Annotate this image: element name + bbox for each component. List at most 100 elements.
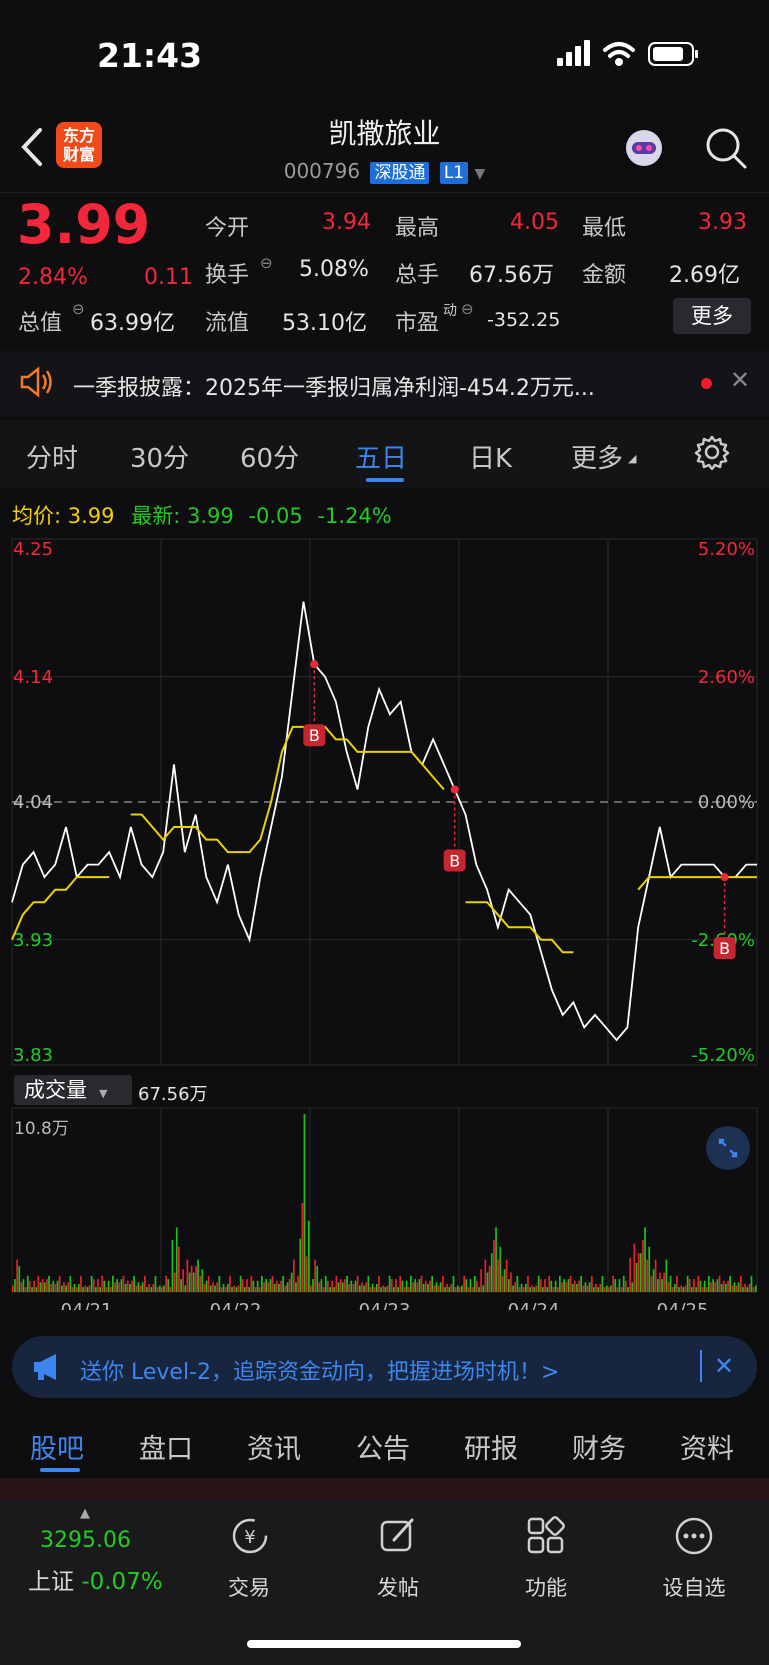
volume-bar: [637, 1253, 640, 1292]
volume-bar: [43, 1282, 46, 1292]
gear-icon[interactable]: [694, 434, 730, 474]
volume-bar: [295, 1282, 297, 1292]
dock-functions[interactable]: 功能: [496, 1572, 596, 1602]
y-tick-left: 4.04: [13, 792, 53, 813]
tab-finance[interactable]: 财务: [572, 1427, 626, 1466]
volume-bar: [90, 1275, 93, 1292]
volume-bar: [539, 1279, 542, 1292]
volume-bar: [203, 1283, 206, 1292]
promo-close-icon[interactable]: ✕: [714, 1352, 734, 1380]
robot-assistant-icon[interactable]: [620, 124, 668, 176]
volume-bar: [293, 1259, 295, 1292]
tab-60min[interactable]: 60分: [240, 438, 299, 475]
trade-icon[interactable]: ¥: [229, 1516, 271, 1560]
volume-bar: [95, 1287, 97, 1292]
volume-bar: [109, 1287, 112, 1292]
watchlist-icon[interactable]: [674, 1516, 714, 1560]
tab-daily-k[interactable]: 日K: [469, 438, 512, 475]
more-button[interactable]: 更多: [673, 298, 751, 334]
volume-bar: [748, 1283, 751, 1292]
volume-bar: [175, 1227, 178, 1292]
volume-bar: [708, 1275, 710, 1292]
volume-bar: [361, 1282, 363, 1292]
volume-bar: [250, 1275, 253, 1292]
volume-bar: [199, 1275, 201, 1292]
volume-bar: [444, 1287, 446, 1292]
dock-watchlist[interactable]: 设自选: [644, 1572, 744, 1602]
low-value: 3.93: [698, 210, 747, 235]
volume-bar: [224, 1287, 227, 1292]
volume-bar: [561, 1282, 563, 1292]
volume-bar: [378, 1275, 380, 1292]
volume-bar: [346, 1275, 348, 1292]
volume-bar: [120, 1279, 123, 1292]
tab-30min[interactable]: 30分: [130, 438, 189, 475]
info-icon[interactable]: ⊖: [461, 300, 474, 318]
home-indicator[interactable]: [247, 1640, 521, 1648]
index-name-row[interactable]: 上证 -0.07%: [28, 1562, 163, 1596]
volume-bar: [67, 1282, 69, 1292]
price-chart[interactable]: 4.255.20%4.142.60%4.040.00%3.93-2.60%3.8…: [0, 535, 769, 1080]
volume-bar: [580, 1275, 582, 1292]
volume-bar: [556, 1287, 559, 1292]
y-tick-left: 4.14: [13, 667, 53, 688]
volume-bar: [33, 1280, 35, 1292]
tab-announcements[interactable]: 公告: [356, 1427, 410, 1466]
volume-bar: [493, 1240, 495, 1292]
change-pct: 2.84%: [18, 265, 88, 290]
volume-bar: [597, 1287, 600, 1292]
volume-bar: [12, 1285, 14, 1292]
dock-trade[interactable]: 交易: [199, 1572, 299, 1602]
index-value[interactable]: 3295.06: [40, 1528, 131, 1553]
volume-bar: [365, 1282, 367, 1292]
volume-bar: [697, 1275, 700, 1292]
volume-bar: [288, 1279, 291, 1292]
volume-bar: [58, 1275, 61, 1292]
volume-bar: [588, 1282, 591, 1292]
tab-five-day[interactable]: 五日: [355, 438, 407, 475]
close-icon[interactable]: ✕: [730, 366, 750, 394]
volume-bar: [218, 1275, 221, 1292]
volume-bar: [393, 1287, 395, 1292]
info-icon[interactable]: ⊖: [260, 254, 273, 272]
post-icon[interactable]: [378, 1516, 418, 1560]
tab-more[interactable]: 更多: [571, 438, 623, 475]
volume-bar: [269, 1279, 272, 1292]
index-caret-icon: ▲: [80, 1506, 90, 1521]
volume-bar: [69, 1275, 72, 1292]
volume-bar: [312, 1279, 314, 1292]
volume-bar: [686, 1275, 689, 1292]
volume-bar: [99, 1287, 101, 1292]
volume-bar: [220, 1287, 223, 1292]
tab-news[interactable]: 资讯: [247, 1427, 301, 1466]
tab-research[interactable]: 研报: [464, 1427, 518, 1466]
volume-bar: [37, 1275, 40, 1292]
volume-bar: [329, 1287, 331, 1292]
open-label: 今开: [205, 216, 250, 241]
volume-bar: [327, 1280, 329, 1292]
volume-bar: [373, 1287, 376, 1292]
volume-bar: [531, 1285, 534, 1292]
volume-bar: [244, 1287, 246, 1292]
volume-bar: [691, 1287, 693, 1292]
tab-fenshi[interactable]: 分时: [26, 438, 78, 475]
volume-bar: [731, 1285, 734, 1292]
volume-bar: [320, 1279, 323, 1292]
volume-bar: [299, 1238, 302, 1292]
volume-bar: [195, 1266, 197, 1292]
volume-bar: [18, 1266, 21, 1292]
tab-pankou[interactable]: 盘口: [139, 1427, 193, 1466]
info-icon[interactable]: ⊖: [72, 300, 85, 318]
search-icon[interactable]: [704, 126, 748, 174]
tab-guba[interactable]: 股吧: [30, 1427, 84, 1466]
volume-bar: [26, 1275, 29, 1292]
dock-post[interactable]: 发帖: [348, 1572, 448, 1602]
mcap-value: 63.99亿: [90, 311, 175, 336]
volume-bar: [20, 1282, 23, 1292]
y-tick-left: 4.25: [13, 539, 53, 560]
volume-bar: [744, 1283, 746, 1292]
tab-profile[interactable]: 资料: [680, 1427, 734, 1466]
volume-bar: [267, 1282, 270, 1292]
functions-icon[interactable]: [526, 1516, 566, 1560]
volume-bar: [431, 1275, 433, 1292]
